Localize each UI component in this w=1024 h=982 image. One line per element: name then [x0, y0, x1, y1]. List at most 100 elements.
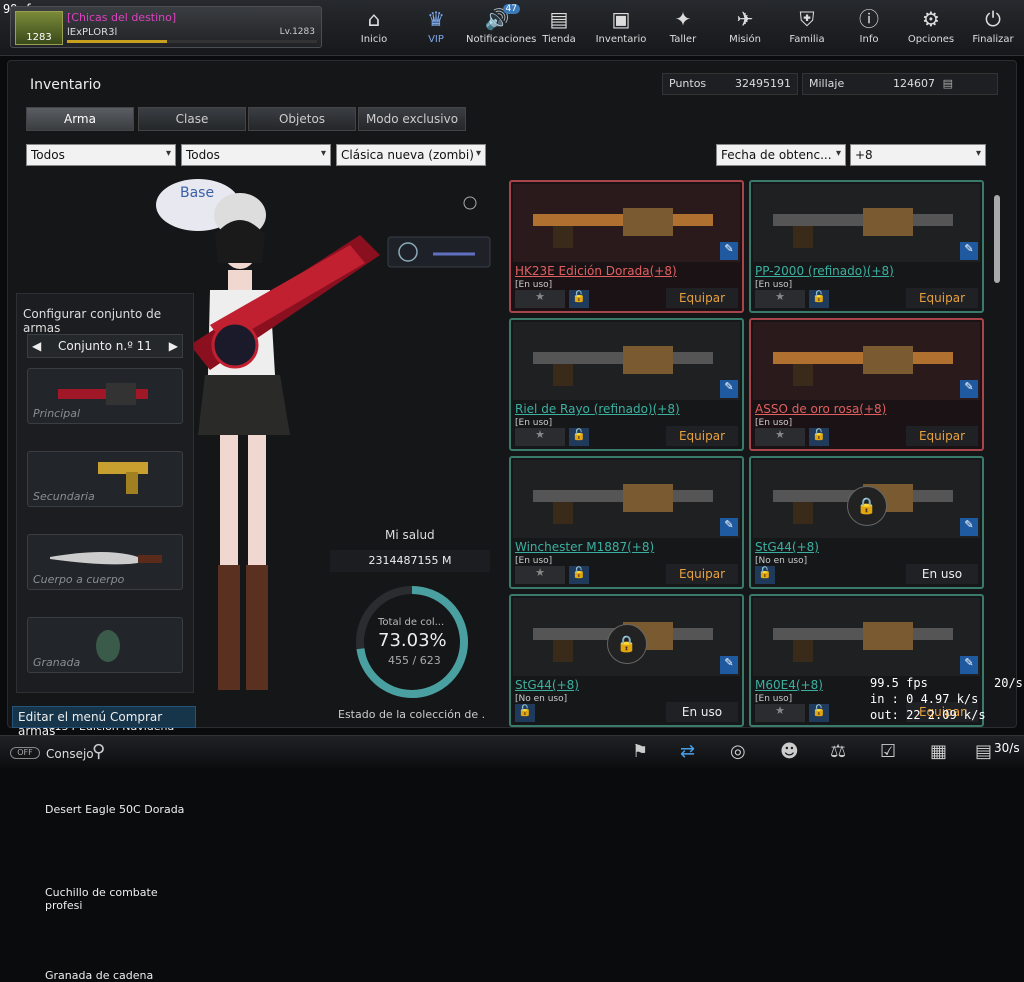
- nav-speaker[interactable]: 🔊 Notificaciones 47: [466, 4, 536, 52]
- rank-badge: 1283: [15, 11, 63, 45]
- wrench-icon[interactable]: ✎: [720, 380, 738, 398]
- wrench-icon[interactable]: ✎: [960, 518, 978, 536]
- star-icon[interactable]: ★: [755, 428, 805, 446]
- edit-buy-menu-button[interactable]: Editar el menú Comprar armas: [12, 706, 196, 738]
- scrollbar[interactable]: [994, 195, 1000, 283]
- run-icon[interactable]: ☻: [780, 741, 799, 762]
- loadout-set-selector[interactable]: ◀ Conjunto n.º 11 ▶: [27, 334, 183, 358]
- weapon-image: [513, 460, 740, 538]
- nav-crown[interactable]: ♛ VIP: [405, 4, 467, 52]
- padlock-icon[interactable]: 🔓: [809, 428, 829, 446]
- tab-arma[interactable]: Arma: [26, 107, 134, 131]
- filter-subtype-select[interactable]: Todos: [181, 144, 331, 166]
- swap-icon[interactable]: ⇄: [680, 741, 695, 762]
- equip-button[interactable]: Equipar: [666, 564, 738, 584]
- weapon-name[interactable]: Winchester M1887(+8): [515, 540, 654, 554]
- weapon-image: [513, 322, 740, 400]
- collection-total-label: Total de col...: [378, 617, 445, 628]
- slot-grenade[interactable]: Granada: [27, 617, 183, 673]
- weapon-name[interactable]: StG44(+8): [755, 540, 819, 554]
- equip-button[interactable]: Equipar: [906, 426, 978, 446]
- slot-secondary[interactable]: Secundaria: [27, 451, 183, 507]
- tip-toggle-icon[interactable]: OFF: [10, 747, 40, 759]
- padlock-icon[interactable]: 🔓: [569, 566, 589, 584]
- weapon-card[interactable]: 🔒 ✎ StG44(+8) [No en uso] 🔓 En uso: [749, 456, 984, 589]
- nav-gear[interactable]: ⚙ Opciones: [900, 4, 962, 52]
- weapon-status: [No en uso]: [515, 694, 568, 704]
- wrench-icon[interactable]: ✎: [720, 518, 738, 536]
- star-icon[interactable]: ★: [515, 290, 565, 308]
- weapon-name[interactable]: HK23E Edición Dorada(+8): [515, 264, 677, 278]
- checklist-icon[interactable]: ☑: [880, 741, 896, 762]
- nav-mission[interactable]: ✈ Misión: [714, 4, 776, 52]
- padlock-icon[interactable]: 🔓: [569, 290, 589, 308]
- nav-shield[interactable]: ⛨ Familia: [776, 4, 838, 52]
- weapon-card[interactable]: 🔒 ✎ StG44(+8) [No en uso] 🔓 En uso: [509, 594, 744, 727]
- equip-button[interactable]: Equipar: [666, 288, 738, 308]
- next-set-icon[interactable]: ▶: [169, 335, 178, 357]
- star-icon[interactable]: ★: [755, 704, 805, 722]
- padlock-icon[interactable]: 🔓: [809, 290, 829, 308]
- nav-briefcase[interactable]: ▣ Inventario: [590, 4, 652, 52]
- slot-category: Principal: [33, 407, 81, 420]
- star-icon[interactable]: ★: [515, 428, 565, 446]
- equip-button[interactable]: Equipar: [906, 288, 978, 308]
- weapon-card[interactable]: ✎ ASSO de oro rosa(+8) [En uso] ★ 🔓 Equipar: [749, 318, 984, 451]
- padlock-icon[interactable]: 🔓: [755, 566, 775, 584]
- filter-type-select[interactable]: Todos: [26, 144, 176, 166]
- collection-count: 455 / 623: [388, 654, 441, 667]
- mileage-label: Millaje: [809, 77, 845, 90]
- equip-button[interactable]: En uso: [666, 702, 738, 722]
- wrench-icon[interactable]: ✎: [960, 242, 978, 260]
- notification-badge: 47: [502, 4, 520, 14]
- weapon-name[interactable]: ASSO de oro rosa(+8): [755, 402, 886, 416]
- nav-info[interactable]: ⓘ Info: [838, 4, 900, 52]
- weapon-status: [En uso]: [515, 418, 553, 428]
- nav-label: Inicio: [360, 34, 388, 45]
- search-input[interactable]: +8: [850, 144, 986, 166]
- compass-icon[interactable]: ◎: [730, 741, 746, 762]
- slot-primary[interactable]: Principal: [27, 368, 183, 424]
- nav-workshop[interactable]: ✦ Taller: [652, 4, 714, 52]
- weapon-card[interactable]: ✎ Winchester M1887(+8) [En uso] ★ 🔓 Equipar: [509, 456, 744, 589]
- notes-icon[interactable]: ▤: [975, 741, 992, 762]
- tab-clase[interactable]: Clase: [138, 107, 246, 131]
- sort-select[interactable]: Fecha de obtenc...: [716, 144, 846, 166]
- filter-mode-select[interactable]: Clásica nueva (zombi): [336, 144, 486, 166]
- loadout-title: Configurar conjunto de armas: [23, 307, 162, 335]
- nav-label: VIP: [428, 34, 444, 45]
- tab-objetos[interactable]: Objetos: [248, 107, 356, 131]
- weapon-name[interactable]: Riel de Rayo (refinado)(+8): [515, 402, 680, 416]
- tab-modo-exclusivo[interactable]: Modo exclusivo: [358, 107, 466, 131]
- equip-button[interactable]: Equipar: [666, 426, 738, 446]
- nav-shop[interactable]: ▤ Tienda: [528, 4, 590, 52]
- weapon-card[interactable]: ✎ Riel de Rayo (refinado)(+8) [En uso] ★ 🔓 Eq…: [509, 318, 744, 451]
- weapon-name[interactable]: PP-2000 (refinado)(+8): [755, 264, 894, 278]
- slot-melee[interactable]: Cuerpo a cuerpo: [27, 534, 183, 590]
- flag-icon[interactable]: ⚑: [632, 741, 648, 762]
- equip-button[interactable]: En uso: [906, 564, 978, 584]
- nav-power[interactable]: ⏻ Finalizar: [962, 4, 1024, 52]
- weapon-name[interactable]: M60E4(+8): [755, 678, 823, 692]
- weapon-card[interactable]: ✎ HK23E Edición Dorada(+8) [En uso] ★ 🔓 Equip…: [509, 180, 744, 313]
- search-icon[interactable]: ⚲: [92, 741, 105, 762]
- weapon-name[interactable]: StG44(+8): [515, 678, 579, 692]
- points-box: Puntos 32495191: [662, 73, 798, 95]
- weapon-card[interactable]: ✎ PP-2000 (refinado)(+8) [En uso] ★ 🔓 Equipar: [749, 180, 984, 313]
- padlock-icon[interactable]: 🔓: [569, 428, 589, 446]
- padlock-icon[interactable]: 🔓: [515, 704, 535, 722]
- player-profile[interactable]: 1283 [Chicas del destino] lExPLOR3l Lv.1…: [10, 6, 322, 48]
- wrench-icon[interactable]: ✎: [960, 380, 978, 398]
- wrench-icon[interactable]: ✎: [720, 656, 738, 674]
- wrench-icon[interactable]: ✎: [960, 656, 978, 674]
- calendar-icon[interactable]: ▦: [930, 741, 947, 762]
- wrench-icon[interactable]: ✎: [720, 242, 738, 260]
- star-icon[interactable]: ★: [515, 566, 565, 584]
- scale-icon[interactable]: ⚖: [830, 741, 846, 762]
- padlock-icon[interactable]: 🔓: [809, 704, 829, 722]
- star-icon[interactable]: ★: [755, 290, 805, 308]
- nav-home[interactable]: ⌂ Inicio: [343, 4, 405, 52]
- grenade-image: [96, 630, 120, 662]
- prev-set-icon[interactable]: ◀: [32, 335, 41, 357]
- mileage-icon[interactable]: ▤: [943, 77, 953, 90]
